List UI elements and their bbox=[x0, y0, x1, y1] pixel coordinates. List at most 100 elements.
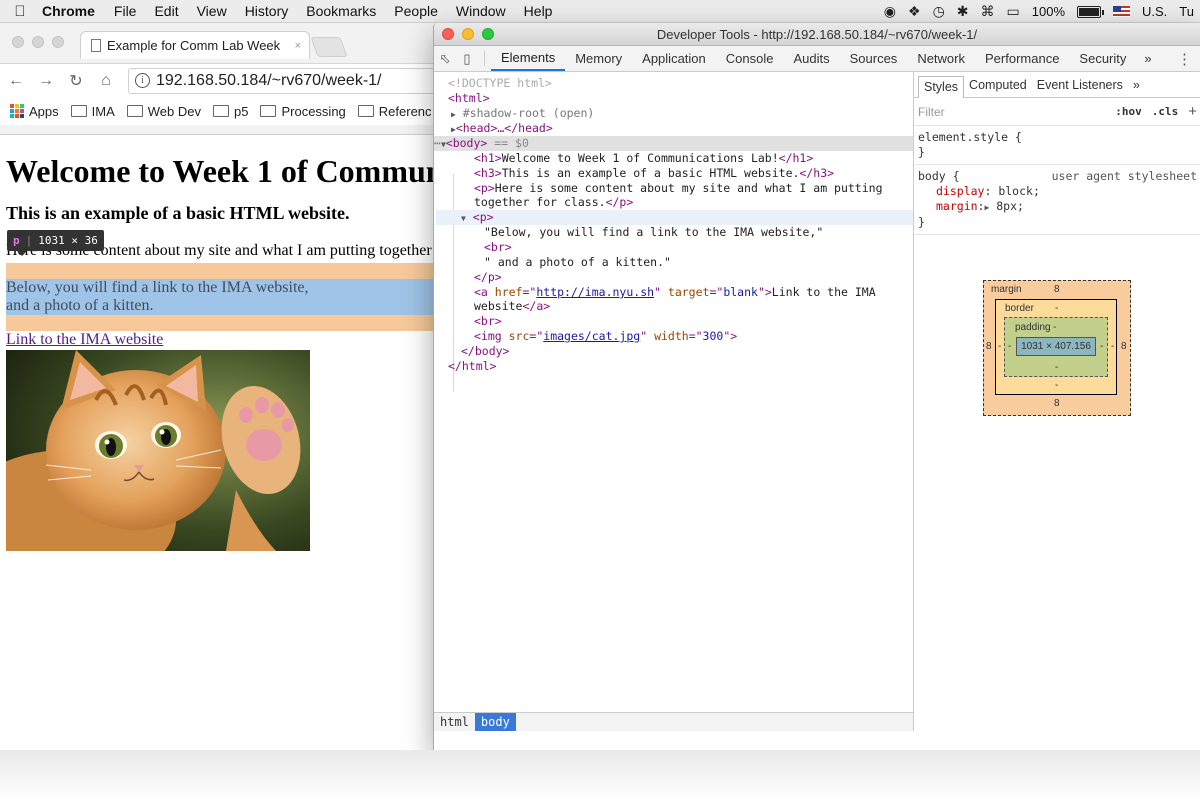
zoom-window-button[interactable] bbox=[52, 36, 64, 48]
menu-bookmarks[interactable]: Bookmarks bbox=[306, 3, 376, 19]
close-devtools-button[interactable] bbox=[442, 28, 454, 40]
bluetooth-icon[interactable]: ✱ bbox=[957, 3, 969, 20]
device-toolbar-icon[interactable]: ▯ bbox=[456, 46, 478, 71]
wechat-icon[interactable]: ◉ bbox=[884, 3, 896, 20]
zoom-devtools-button[interactable] bbox=[482, 28, 494, 40]
clock[interactable]: Tu bbox=[1179, 4, 1194, 19]
info-icon[interactable]: i bbox=[135, 73, 150, 88]
tab-elements[interactable]: Elements bbox=[491, 46, 566, 71]
dom-node-p2-close[interactable]: </p> bbox=[474, 270, 502, 285]
dom-node-shadow-root[interactable]: ▶ #shadow-root (open) bbox=[451, 106, 594, 121]
padding-bottom-value[interactable]: - bbox=[1055, 362, 1058, 373]
body-style-rule[interactable]: user agent stylesheet body { display: bl… bbox=[914, 165, 1200, 235]
margin-top-value[interactable]: 8 bbox=[1054, 284, 1060, 295]
flag-icon[interactable] bbox=[1113, 6, 1130, 17]
app-menu-chrome[interactable]: Chrome bbox=[42, 3, 95, 19]
dom-node-head[interactable]: ▶<head>…</head> bbox=[451, 121, 553, 136]
padding-right-value[interactable]: - bbox=[1100, 341, 1103, 352]
minimize-devtools-button[interactable] bbox=[462, 28, 474, 40]
airplay-icon[interactable]: ▭ bbox=[1007, 3, 1020, 20]
menu-window[interactable]: Window bbox=[456, 3, 506, 19]
dom-node-p1-cont[interactable]: together for class.</p> bbox=[474, 195, 633, 210]
menu-file[interactable]: File bbox=[114, 3, 137, 19]
border-left-value[interactable]: - bbox=[998, 341, 1001, 352]
add-rule-icon[interactable]: + bbox=[1188, 103, 1197, 120]
border-top-value[interactable]: - bbox=[1055, 303, 1058, 314]
tab-event-listeners[interactable]: Event Listeners bbox=[1032, 72, 1128, 98]
tab-memory[interactable]: Memory bbox=[565, 46, 632, 71]
bookmark-ima[interactable]: IMA bbox=[70, 104, 115, 119]
bookmark-apps[interactable]: Apps bbox=[10, 104, 59, 119]
hover-state-button[interactable]: :hov bbox=[1115, 105, 1142, 118]
margin-right-value[interactable]: 8 bbox=[1121, 341, 1127, 352]
dom-node-h1[interactable]: <h1>Welcome to Week 1 of Communications … bbox=[474, 151, 813, 166]
tab-styles[interactable]: Styles bbox=[918, 75, 965, 98]
apple-menu-icon[interactable]:  bbox=[6, 3, 34, 20]
menu-view[interactable]: View bbox=[197, 3, 227, 19]
dom-node-html[interactable]: <html> bbox=[448, 91, 490, 106]
battery-icon[interactable] bbox=[1077, 5, 1104, 18]
dom-node-p2[interactable]: ▼ <p> bbox=[436, 210, 913, 225]
class-toggle-button[interactable]: .cls bbox=[1152, 105, 1179, 118]
dom-node-a-cont[interactable]: website</a> bbox=[474, 299, 550, 314]
tab-performance[interactable]: Performance bbox=[975, 46, 1069, 71]
display-declaration[interactable]: display: block; bbox=[918, 184, 1197, 199]
dropbox-icon[interactable]: ❖ bbox=[908, 3, 921, 20]
box-model-content[interactable]: 1031 × 407.156 bbox=[1016, 337, 1096, 356]
input-source-label[interactable]: U.S. bbox=[1142, 4, 1167, 19]
menu-help[interactable]: Help bbox=[524, 3, 553, 19]
tab-sources[interactable]: Sources bbox=[840, 46, 908, 71]
tab-console[interactable]: Console bbox=[716, 46, 784, 71]
bookmark-web-dev[interactable]: Web Dev bbox=[126, 104, 201, 119]
dom-text-node[interactable]: " and a photo of a kitten." bbox=[484, 255, 671, 270]
tab-audits[interactable]: Audits bbox=[783, 46, 839, 71]
padding-top-value[interactable]: - bbox=[1053, 322, 1056, 333]
margin-bottom-value[interactable]: 8 bbox=[1054, 398, 1060, 409]
breadcrumb-html[interactable]: html bbox=[434, 713, 475, 732]
breadcrumb-body[interactable]: body bbox=[474, 712, 516, 731]
new-tab-button[interactable] bbox=[310, 37, 348, 57]
browser-tab[interactable]: Example for Comm Lab Week × bbox=[80, 31, 310, 59]
tab-computed[interactable]: Computed bbox=[964, 72, 1032, 98]
border-right-value[interactable]: - bbox=[1111, 341, 1114, 352]
more-options-icon[interactable]: ⋮ bbox=[1169, 46, 1200, 71]
reload-icon[interactable]: ↻ bbox=[68, 71, 84, 91]
bookmark-reference[interactable]: Referenc bbox=[357, 104, 432, 119]
dom-node-doctype[interactable]: <!DOCTYPE html> bbox=[448, 76, 552, 91]
dom-node-h3[interactable]: <h3>This is an example of a basic HTML w… bbox=[474, 166, 834, 181]
forward-arrow-icon[interactable]: → bbox=[38, 72, 54, 90]
dom-node-body-close[interactable]: </body> bbox=[461, 344, 509, 359]
inspect-element-icon[interactable]: ⬁ bbox=[434, 46, 456, 71]
bookmark-p5[interactable]: p5 bbox=[213, 104, 248, 119]
home-icon[interactable]: ⌂ bbox=[98, 72, 114, 90]
tab-security[interactable]: Security bbox=[1069, 46, 1136, 71]
menu-history[interactable]: History bbox=[245, 3, 289, 19]
time-machine-icon[interactable]: ◷ bbox=[933, 3, 945, 20]
close-window-button[interactable] bbox=[12, 36, 24, 48]
dom-text-node[interactable]: "Below, you will find a link to the IMA … bbox=[484, 225, 823, 240]
border-bottom-value[interactable]: - bbox=[1055, 380, 1058, 391]
address-bar[interactable]: i 192.168.50.184/~rv670/week-1/ bbox=[128, 67, 439, 94]
tab-network[interactable]: Network bbox=[907, 46, 975, 71]
padding-left-value[interactable]: - bbox=[1008, 341, 1011, 352]
back-arrow-icon[interactable]: ← bbox=[8, 72, 24, 90]
menu-people[interactable]: People bbox=[394, 3, 438, 19]
element-style-rule[interactable]: element.style { } bbox=[914, 126, 1200, 165]
url-text[interactable]: 192.168.50.184/~rv670/week-1/ bbox=[156, 72, 382, 90]
tab-close-icon[interactable]: × bbox=[295, 40, 301, 52]
ima-website-link[interactable]: Link to the IMA website bbox=[6, 331, 163, 349]
tab-application[interactable]: Application bbox=[632, 46, 716, 71]
margin-left-value[interactable]: 8 bbox=[986, 341, 992, 352]
bookmark-processing[interactable]: Processing bbox=[260, 104, 346, 119]
dom-node-br[interactable]: <br> bbox=[484, 240, 512, 255]
menu-edit[interactable]: Edit bbox=[154, 3, 178, 19]
wifi-icon[interactable]: ⌘ bbox=[981, 3, 995, 20]
dom-node-p1[interactable]: <p>Here is some content about my site an… bbox=[474, 181, 883, 196]
dom-node-img[interactable]: <img src="images/cat.jpg" width="300"> bbox=[474, 329, 737, 344]
more-tabs-icon[interactable]: » bbox=[1136, 46, 1159, 71]
dom-node-body[interactable]: ⋯▼<body> == $0 bbox=[434, 136, 913, 151]
dom-node-html-close[interactable]: </html> bbox=[448, 359, 496, 374]
dom-node-br[interactable]: <br> bbox=[474, 314, 502, 329]
margin-declaration[interactable]: margin:▶ 8px; bbox=[918, 199, 1197, 215]
more-panels-icon[interactable]: » bbox=[1128, 72, 1145, 98]
